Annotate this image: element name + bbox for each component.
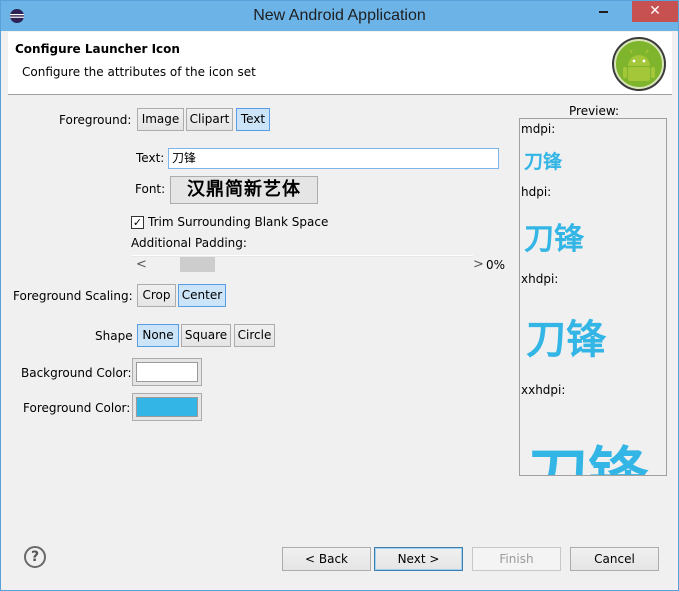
foreground-image-button[interactable]: Image — [137, 108, 184, 131]
foreground-color-swatch — [136, 397, 198, 417]
slider-left-arrow-icon[interactable]: < — [136, 257, 147, 272]
background-color-label: Background Color: — [21, 366, 132, 380]
scaling-center-button[interactable]: Center — [178, 284, 226, 307]
preview-xhdpi-label: xhdpi: — [521, 272, 559, 286]
dialog-window: New Android Application ✕ Configure Laun… — [0, 0, 679, 591]
cancel-button[interactable]: Cancel — [570, 547, 659, 571]
font-picker-button[interactable]: 汉鼎简新艺体 — [170, 176, 318, 204]
preview-label: Preview: — [569, 104, 620, 118]
foreground-color-label: Foreground Color: — [23, 401, 131, 415]
shape-circle-button[interactable]: Circle — [234, 324, 275, 347]
padding-value: 0% — [486, 258, 506, 272]
page-title: Configure Launcher Icon — [15, 42, 180, 56]
title-bar[interactable]: New Android Application ✕ — [1, 1, 678, 31]
content-area: Foreground: Image Clipart Text Text: 刀锋 … — [8, 96, 672, 541]
slider-right-arrow-icon[interactable]: > — [473, 257, 484, 272]
help-icon[interactable]: ? — [24, 546, 46, 568]
shape-none-button[interactable]: None — [137, 324, 179, 347]
font-label: Font: — [135, 182, 166, 196]
minimize-icon — [598, 10, 608, 13]
scaling-label: Foreground Scaling: — [13, 289, 133, 303]
close-icon: ✕ — [649, 3, 661, 19]
text-label: Text: — [136, 151, 165, 165]
padding-label: Additional Padding: — [131, 236, 247, 250]
slider-thumb[interactable] — [180, 257, 215, 272]
preview-mdpi-label: mdpi: — [521, 122, 556, 136]
preview-xxhdpi-icon: 刀锋 — [528, 441, 648, 476]
shape-label: Shape — [95, 329, 133, 343]
close-button[interactable]: ✕ — [632, 1, 678, 22]
foreground-color-button[interactable] — [132, 393, 202, 421]
foreground-text-button[interactable]: Text — [236, 108, 270, 131]
padding-slider[interactable]: < > — [132, 255, 484, 273]
minimize-button[interactable] — [588, 1, 618, 22]
page-description: Configure the attributes of the icon set — [22, 65, 256, 79]
preview-mdpi-icon: 刀锋 — [524, 151, 563, 173]
trim-checkbox[interactable]: ✓ — [131, 216, 144, 229]
preview-panel: mdpi: 刀锋 hdpi: 刀锋 xhdpi: 刀锋 xxhdpi: 刀锋 — [519, 118, 667, 476]
android-logo-icon — [612, 37, 666, 91]
trim-label: Trim Surrounding Blank Space — [148, 215, 329, 229]
background-color-button[interactable] — [132, 358, 202, 386]
preview-hdpi-label: hdpi: — [521, 185, 552, 199]
foreground-clipart-button[interactable]: Clipart — [186, 108, 233, 131]
preview-xhdpi-icon: 刀锋 — [526, 317, 606, 363]
shape-square-button[interactable]: Square — [181, 324, 231, 347]
window-title: New Android Application — [253, 7, 426, 24]
text-input[interactable]: 刀锋 — [168, 148, 499, 169]
scaling-crop-button[interactable]: Crop — [137, 284, 176, 307]
next-button[interactable]: Next > — [374, 547, 463, 571]
background-color-swatch — [136, 362, 198, 382]
preview-hdpi-icon: 刀锋 — [524, 222, 584, 257]
back-button[interactable]: < Back — [282, 547, 371, 571]
wizard-header: Configure Launcher Icon Configure the at… — [8, 32, 672, 95]
preview-xxhdpi-label: xxhdpi: — [521, 383, 566, 397]
finish-button[interactable]: Finish — [472, 547, 561, 571]
foreground-label: Foreground: — [59, 113, 132, 127]
